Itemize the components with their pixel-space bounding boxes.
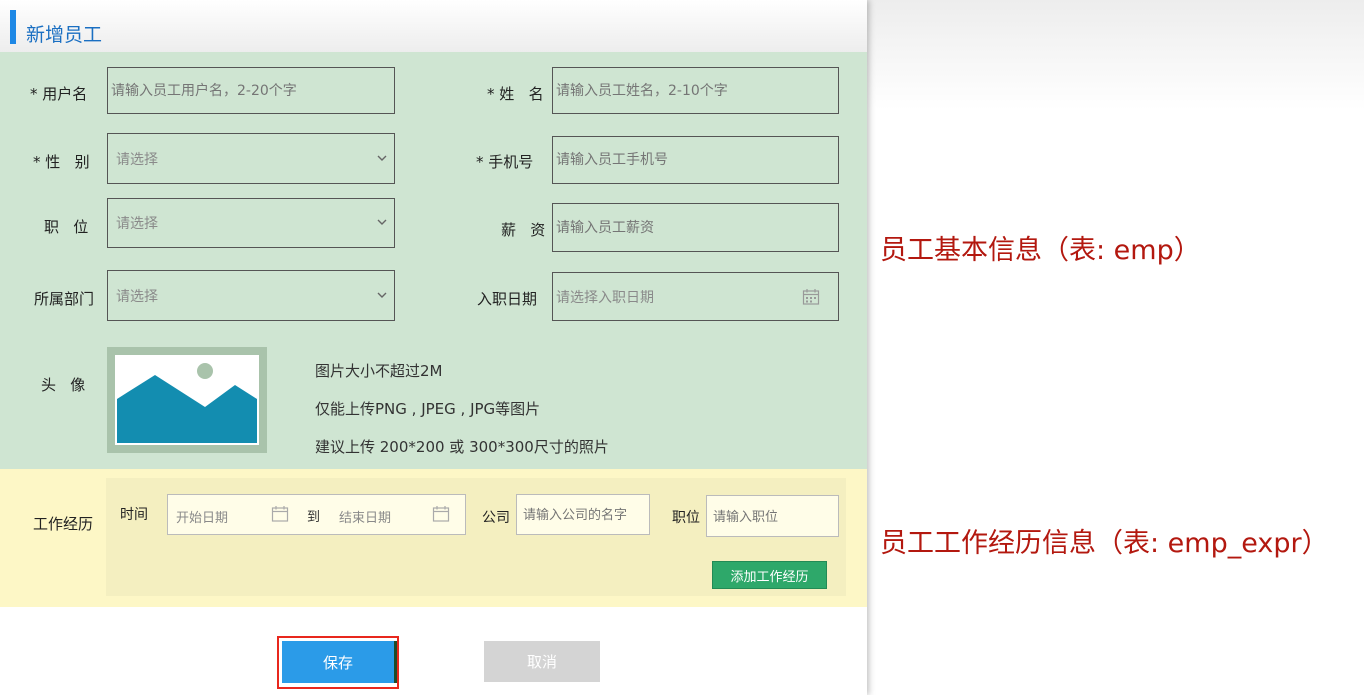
avatar-hint-format: 仅能上传PNG , JPEG , JPG等图片 xyxy=(315,400,541,418)
avatar-hint-size: 图片大小不超过2M xyxy=(315,362,443,380)
username-label: * 用户名 xyxy=(30,85,88,103)
department-select-value: 请选择 xyxy=(116,288,158,305)
company-input[interactable] xyxy=(516,494,650,535)
chevron-down-icon xyxy=(377,155,387,161)
dialog-title: 新增员工 xyxy=(26,24,103,46)
work-experience-annotation: 员工工作经历信息（表: emp_expr） xyxy=(880,528,1329,559)
salary-label: 薪 资 xyxy=(501,221,546,239)
start-date-placeholder: 开始日期 xyxy=(176,511,229,526)
phone-label: * 手机号 xyxy=(476,153,534,171)
gender-select-value: 请选择 xyxy=(116,151,158,168)
position-label: 职 位 xyxy=(44,218,89,236)
image-placeholder-icon xyxy=(117,363,257,443)
basic-info-annotation: 员工基本信息（表: emp） xyxy=(880,235,1201,266)
chevron-down-icon xyxy=(377,219,387,225)
position-select-value: 请选择 xyxy=(116,216,158,232)
avatar-label: 头 像 xyxy=(41,376,86,394)
cancel-button[interactable]: 取消 xyxy=(484,641,600,682)
hire-date-picker[interactable]: 请选择入职日期 xyxy=(552,272,839,321)
department-select[interactable]: 请选择 xyxy=(107,270,395,321)
company-label: 公司 xyxy=(482,510,510,526)
job-position-label: 职位 xyxy=(672,510,700,526)
dialog-header xyxy=(0,0,867,52)
date-range-separator: 到 xyxy=(307,510,321,525)
hire-date-placeholder: 请选择入职日期 xyxy=(556,289,654,306)
username-input[interactable] xyxy=(107,67,395,114)
name-label: * 姓 名 xyxy=(487,85,544,103)
time-label: 时间 xyxy=(120,507,148,523)
name-input[interactable] xyxy=(552,67,839,114)
date-range-picker[interactable]: 开始日期 到 结束日期 xyxy=(167,494,466,535)
position-select[interactable]: 请选择 xyxy=(107,198,395,248)
salary-input[interactable] xyxy=(552,203,839,252)
job-position-input[interactable] xyxy=(706,495,839,537)
work-experience-label: 工作经历 xyxy=(33,515,94,533)
gender-label: * 性 别 xyxy=(33,153,90,171)
department-label: 所属部门 xyxy=(34,290,95,308)
calendar-icon xyxy=(271,506,289,522)
calendar-icon xyxy=(802,288,820,305)
add-work-experience-button[interactable]: 添加工作经历 xyxy=(712,561,827,589)
end-date-placeholder: 结束日期 xyxy=(339,511,392,526)
gender-select[interactable]: 请选择 xyxy=(107,133,395,184)
title-accent-bar xyxy=(10,10,16,44)
hire-date-label: 入职日期 xyxy=(477,290,538,308)
chevron-down-icon xyxy=(377,292,387,298)
phone-input[interactable] xyxy=(552,136,839,184)
avatar-uploader[interactable] xyxy=(107,347,267,453)
avatar-hint-dimensions: 建议上传 200*200 或 300*300尺寸的照片 xyxy=(315,438,609,456)
save-button[interactable]: 保存 xyxy=(282,641,397,683)
calendar-icon xyxy=(432,506,450,522)
